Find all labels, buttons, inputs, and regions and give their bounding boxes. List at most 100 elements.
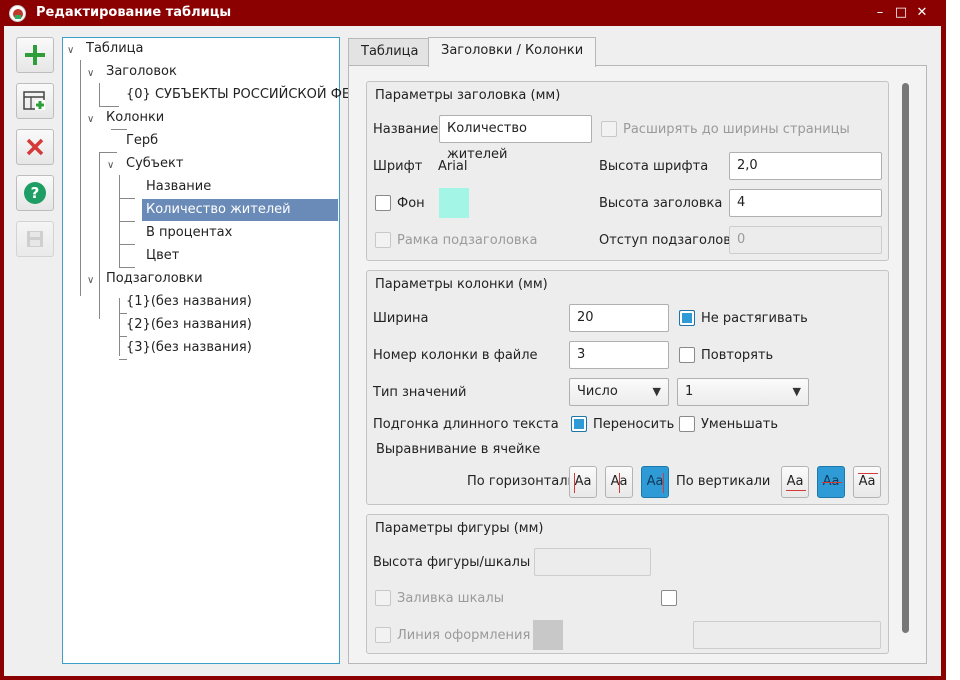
tree-item-name[interactable]: Название [146, 176, 211, 198]
nostretch-label: Не растягивать [701, 311, 808, 326]
design-line-checkbox[interactable] [375, 627, 391, 643]
tree-item-header-child[interactable]: {0} СУБЪЕКТЫ РОССИЙСКОЙ ФЕД... [126, 84, 373, 106]
colnum-input[interactable]: 3 [569, 341, 669, 369]
add-table-button[interactable] [16, 83, 54, 119]
wrap-label: Переносить [593, 417, 675, 432]
fill-scale-extra-checkbox[interactable] [661, 590, 677, 606]
repeat-checkbox[interactable] [679, 347, 695, 363]
fill-scale-label: Заливка шкалы [397, 591, 504, 606]
font-label: Шрифт [373, 159, 423, 174]
colnum-label: Номер колонки в файле [373, 348, 538, 363]
valtype2-select[interactable]: 1 ▼ [677, 378, 809, 406]
tree-item-gerb[interactable]: Герб [126, 130, 158, 152]
background-checkbox[interactable] [375, 195, 391, 211]
delete-button[interactable] [16, 129, 54, 165]
valtype-select-value: Число [577, 384, 618, 399]
tree-toggle-subject[interactable]: ∨ [107, 154, 114, 176]
minimize-button[interactable]: – [871, 4, 889, 22]
tree-item-percent[interactable]: В процентах [146, 222, 232, 244]
shrink-checkbox[interactable] [679, 416, 695, 432]
background-label: Фон [397, 196, 425, 211]
subframe-checkbox[interactable] [375, 232, 391, 248]
stretch-checkbox[interactable] [601, 121, 617, 137]
dialog-body: ? ∨ Таблица ∨ Заголовок {0} СУБЪЕКТЫ РОС… [4, 26, 941, 676]
header-height-input[interactable]: 4 [729, 189, 882, 217]
width-label: Ширина [373, 311, 429, 326]
tab-headers-columns[interactable]: Заголовки / Колонки [428, 37, 597, 67]
align-right-text: Aa [646, 474, 664, 489]
valign-top-button[interactable]: Aa [853, 466, 881, 498]
structure-tree[interactable]: ∨ Таблица ∨ Заголовок {0} СУБЪЕКТЫ РОССИ… [62, 37, 373, 664]
tree-item-sub1[interactable]: {1}(без названия) [126, 291, 252, 313]
design-line-label: Линия оформления [397, 628, 531, 643]
figure-height-input[interactable] [534, 548, 651, 576]
tree-item-subheaders[interactable]: Подзаголовки [106, 268, 203, 290]
nostretch-checkbox[interactable] [679, 310, 695, 326]
tree-item-sub3[interactable]: {3}(без названия) [126, 337, 252, 359]
font-value[interactable]: Arial [438, 159, 467, 174]
add-button[interactable] [16, 37, 54, 73]
header-name-input[interactable]: Количество жителей [439, 115, 592, 162]
wrap-checkbox[interactable] [571, 416, 587, 432]
tree-item-header[interactable]: Заголовок [106, 61, 177, 83]
help-button[interactable]: ? [16, 175, 54, 211]
horizontal-label: По горизонтали [467, 474, 577, 489]
table-add-icon [23, 91, 45, 110]
font-height-input[interactable]: 2,0 [729, 152, 882, 180]
valtype-select[interactable]: Число ▼ [569, 378, 669, 406]
help-icon: ? [24, 182, 46, 204]
valign-top-text: Aa [858, 474, 876, 489]
window-title: Редактирование таблицы [36, 5, 232, 20]
fit-label: Подгонка длинного текста [373, 417, 559, 432]
design-line-color-swatch[interactable] [533, 620, 563, 650]
subindent-input[interactable]: 0 [729, 226, 882, 254]
tab-table[interactable]: Таблица [348, 38, 432, 66]
background-color-swatch[interactable] [439, 188, 469, 218]
valign-bottom-text: Aa [786, 474, 804, 489]
tree-item-sub2[interactable]: {2}(без названия) [126, 314, 252, 336]
chevron-down-icon: ▼ [792, 385, 801, 398]
valign-middle-button[interactable]: Aa [817, 466, 845, 498]
column-params-title: Параметры колонки (мм) [375, 277, 548, 292]
align-left-text: Aa [574, 474, 592, 489]
name-label: Название [373, 122, 439, 137]
tree-item-color[interactable]: Цвет [146, 245, 179, 267]
tree-item-population[interactable]: Количество жителей [142, 199, 338, 221]
tree-toggle-subheaders[interactable]: ∨ [87, 269, 94, 291]
valtype-label: Тип значений [373, 385, 467, 400]
design-line-input[interactable] [693, 621, 881, 649]
app-icon [9, 5, 26, 22]
align-right-button[interactable]: Aa [641, 466, 669, 498]
plus-icon [25, 45, 45, 65]
width-input[interactable]: 20 [569, 304, 669, 332]
align-center-button[interactable]: Aa [605, 466, 633, 498]
subindent-label: Отступ подзаголовка [599, 233, 747, 248]
maximize-button[interactable]: □ [892, 4, 910, 22]
delete-x-icon [26, 138, 44, 156]
stretch-label: Расширять до ширины страницы [623, 122, 850, 137]
app-window: Редактирование таблицы – □ ✕ ? ∨ Таблица… [0, 0, 946, 680]
tree-item-subject[interactable]: Субъект [126, 153, 183, 175]
save-button[interactable] [16, 221, 54, 257]
subframe-label: Рамка подзаголовка [397, 233, 538, 248]
shrink-label: Уменьшать [701, 417, 778, 432]
header-height-label: Высота заголовка [599, 196, 723, 211]
valtype2-select-value: 1 [685, 384, 694, 399]
fill-scale-checkbox[interactable] [375, 590, 391, 606]
tree-toggle-root[interactable]: ∨ [67, 39, 74, 61]
tree-toggle-header[interactable]: ∨ [87, 62, 94, 84]
title-bar[interactable]: Редактирование таблицы – □ ✕ [0, 0, 946, 26]
chevron-down-icon: ▼ [652, 385, 661, 398]
close-button[interactable]: ✕ [913, 4, 931, 22]
tree-toggle-columns[interactable]: ∨ [87, 108, 94, 130]
tree-item-table[interactable]: Таблица [86, 38, 144, 60]
panel-scrollbar[interactable] [902, 83, 909, 633]
header-params-title: Параметры заголовка (мм) [375, 88, 561, 103]
save-icon [27, 231, 43, 247]
figure-height-label: Высота фигуры/шкалы [373, 555, 531, 570]
align-left-button[interactable]: Aa [569, 466, 597, 498]
valign-bottom-button[interactable]: Aa [781, 466, 809, 498]
repeat-label: Повторять [701, 348, 774, 363]
font-height-label: Высота шрифта [599, 159, 709, 174]
tree-item-columns[interactable]: Колонки [106, 107, 164, 129]
